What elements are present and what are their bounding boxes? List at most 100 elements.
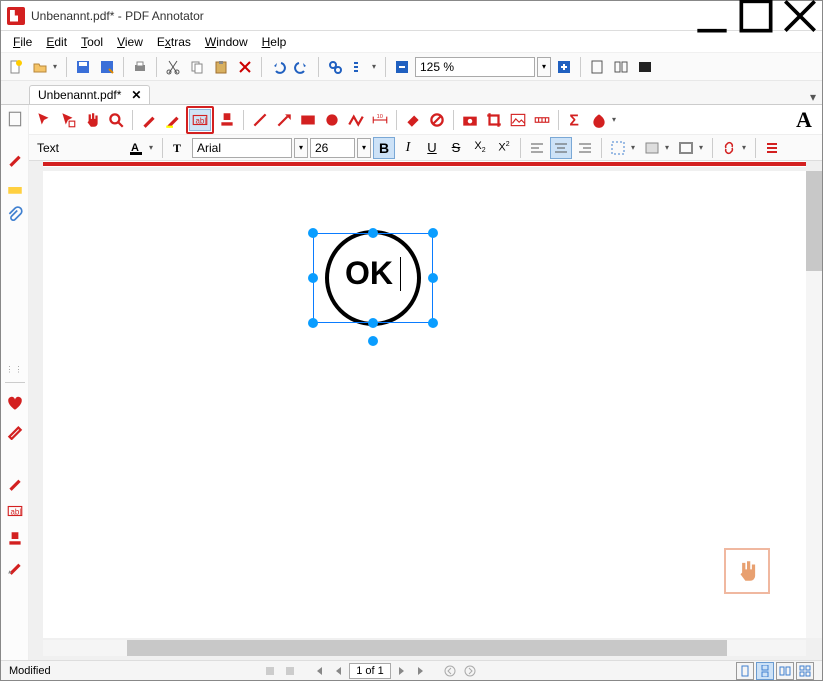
rotate-handle[interactable] (368, 336, 378, 346)
highlighter-tool[interactable] (162, 109, 184, 131)
border-dropdown-icon[interactable]: ▾ (699, 143, 707, 152)
pen-sidebar-icon[interactable] (3, 147, 27, 171)
align-right-button[interactable] (574, 137, 596, 159)
document-tab[interactable]: Unbenannt.pdf* ✕ (29, 85, 150, 104)
close-button[interactable] (778, 1, 822, 31)
attachment-sidebar-icon[interactable] (3, 203, 27, 227)
horizontal-scrollbar[interactable] (43, 640, 806, 656)
font-select[interactable] (192, 138, 292, 158)
first-page-button[interactable] (309, 662, 327, 680)
open-dropdown-icon[interactable]: ▾ (53, 62, 61, 71)
menu-extras[interactable]: Extras (151, 33, 197, 51)
tab-overflow-icon[interactable]: ▾ (804, 90, 822, 104)
search-dropdown-icon[interactable]: ▾ (372, 62, 380, 71)
view-grid-button[interactable] (796, 662, 814, 680)
resize-handle-e[interactable] (428, 273, 438, 283)
snapshot-tool[interactable] (459, 109, 481, 131)
menu-help[interactable]: Help (256, 33, 293, 51)
resize-handle-sw[interactable] (308, 318, 318, 328)
border-button[interactable] (675, 137, 697, 159)
minimize-button[interactable] (690, 1, 734, 31)
fit-box-button[interactable] (607, 137, 629, 159)
more-button[interactable] (761, 137, 783, 159)
find-button[interactable] (324, 56, 346, 78)
image-tool[interactable] (507, 109, 529, 131)
resize-handle-nw[interactable] (308, 228, 318, 238)
view-single-button[interactable] (736, 662, 754, 680)
arrow-tool[interactable] (273, 109, 295, 131)
hscroll-thumb[interactable] (127, 640, 727, 656)
textbox-sidebar-icon[interactable]: ab| (3, 499, 27, 523)
italic-button[interactable]: I (397, 137, 419, 159)
selected-annotation[interactable]: OK (313, 233, 433, 343)
strikethrough-button[interactable]: S (445, 137, 467, 159)
paste-button[interactable] (210, 56, 232, 78)
stamp-sidebar-icon[interactable] (3, 527, 27, 551)
last-page-button[interactable] (413, 662, 431, 680)
fullscreen-button[interactable] (634, 56, 656, 78)
pen-tool[interactable] (138, 109, 160, 131)
undo-button[interactable] (267, 56, 289, 78)
rotate-cw-button[interactable] (281, 662, 299, 680)
search-button[interactable] (348, 56, 370, 78)
zoom-select[interactable] (415, 57, 535, 77)
resize-handle-s[interactable] (368, 318, 378, 328)
link-dropdown-icon[interactable]: ▾ (742, 143, 750, 152)
resize-handle-ne[interactable] (428, 228, 438, 238)
menu-edit[interactable]: Edit (40, 33, 73, 51)
zoom-out-button[interactable] (391, 56, 413, 78)
text-tool[interactable]: ab| (189, 109, 211, 131)
pointer-tool[interactable] (33, 109, 55, 131)
bold-button[interactable]: B (373, 137, 395, 159)
page-input[interactable] (349, 663, 391, 679)
tab-close-icon[interactable]: ✕ (131, 88, 141, 102)
font-dropdown-icon[interactable]: ▾ (294, 138, 308, 158)
page-panel-icon[interactable] (3, 107, 27, 131)
fit-page-button[interactable] (586, 56, 608, 78)
menu-file[interactable]: File (7, 33, 38, 51)
select-tool[interactable] (57, 109, 79, 131)
next-page-button[interactable] (393, 662, 411, 680)
prev-page-button[interactable] (329, 662, 347, 680)
magnify-tool[interactable] (105, 109, 127, 131)
new-button[interactable] (5, 56, 27, 78)
underline-button[interactable]: U (421, 137, 443, 159)
vscroll-thumb[interactable] (806, 171, 822, 271)
eraser-tool[interactable] (402, 109, 424, 131)
dimension-tool[interactable]: 10 (369, 109, 391, 131)
resize-handle-n[interactable] (368, 228, 378, 238)
link-button[interactable] (718, 137, 740, 159)
highlighter-sidebar-icon[interactable] (3, 175, 27, 199)
rotate-ccw-button[interactable] (261, 662, 279, 680)
menu-tool[interactable]: Tool (75, 33, 109, 51)
pen2-sidebar-icon[interactable] (3, 419, 27, 443)
resize-handle-se[interactable] (428, 318, 438, 328)
open-button[interactable] (29, 56, 51, 78)
nav-forward-button[interactable] (461, 662, 479, 680)
delete-button[interactable] (234, 56, 256, 78)
erase-all-tool[interactable] (426, 109, 448, 131)
pan-tool[interactable] (81, 109, 103, 131)
cut-button[interactable] (162, 56, 184, 78)
document-canvas[interactable]: OK (43, 171, 806, 638)
save-as-button[interactable] (96, 56, 118, 78)
font-color-dropdown-icon[interactable]: ▾ (149, 143, 157, 152)
menu-view[interactable]: View (111, 33, 149, 51)
save-button[interactable] (72, 56, 94, 78)
brush-sidebar-icon[interactable] (3, 555, 27, 579)
zoom-in-button[interactable] (553, 56, 575, 78)
redo-button[interactable] (291, 56, 313, 78)
ellipse-tool[interactable] (321, 109, 343, 131)
line-tool[interactable] (249, 109, 271, 131)
measure-tool[interactable] (531, 109, 553, 131)
sum-tool[interactable]: Σ (564, 109, 586, 131)
copy-button[interactable] (186, 56, 208, 78)
print-button[interactable] (129, 56, 151, 78)
view-two-page-button[interactable] (776, 662, 794, 680)
fit-box-dropdown-icon[interactable]: ▾ (631, 143, 639, 152)
superscript-button[interactable]: X2 (493, 137, 515, 159)
vertical-scrollbar[interactable] (806, 171, 822, 638)
font-size-select[interactable] (310, 138, 355, 158)
subscript-button[interactable]: X2 (469, 137, 491, 159)
size-dropdown-icon[interactable]: ▾ (357, 138, 371, 158)
